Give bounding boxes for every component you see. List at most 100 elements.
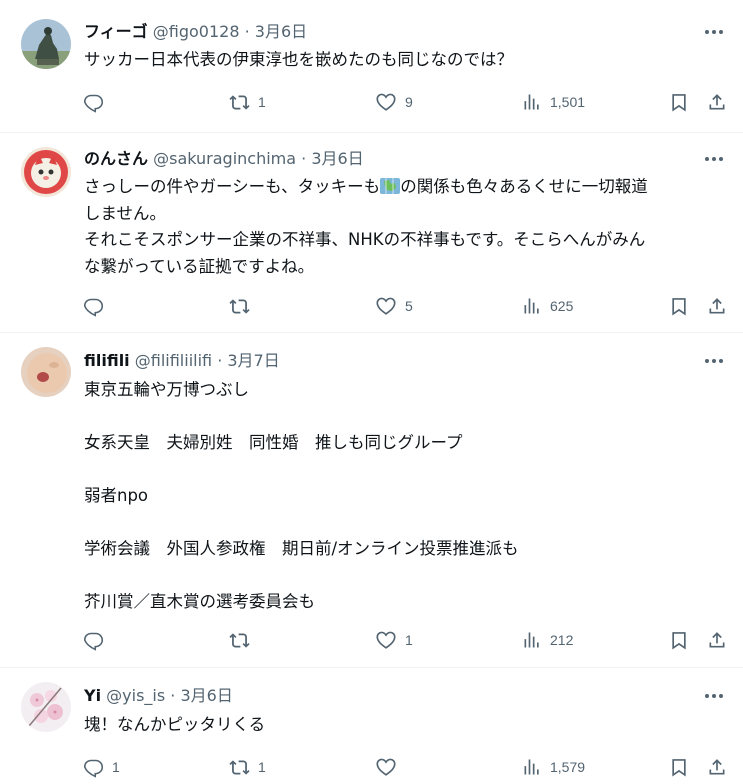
post-header: filifili @filifiliilifi · 3月7日 bbox=[84, 351, 280, 371]
like-count: 9 bbox=[405, 94, 413, 110]
reply-icon bbox=[83, 94, 104, 113]
reply-button[interactable] bbox=[83, 90, 112, 114]
reply-icon bbox=[83, 632, 104, 651]
post-line-blank bbox=[84, 563, 724, 590]
handle[interactable]: @filifiliilifi bbox=[135, 351, 212, 370]
more-icon bbox=[705, 30, 723, 34]
more-button[interactable] bbox=[699, 22, 729, 42]
avatar[interactable] bbox=[21, 147, 71, 197]
reply-button[interactable]: 1 bbox=[83, 755, 120, 779]
post-line: 塊！なんかピッタリくる bbox=[84, 715, 266, 734]
repost-button[interactable] bbox=[229, 628, 258, 652]
avatar[interactable] bbox=[21, 19, 71, 69]
reply-count: 1 bbox=[112, 759, 120, 775]
share-button[interactable] bbox=[707, 628, 727, 652]
reply-icon bbox=[83, 298, 104, 317]
post-line: な繋がっている証拠ですよね。 bbox=[84, 256, 315, 276]
post-line-blank bbox=[84, 404, 724, 431]
more-icon bbox=[705, 157, 723, 161]
share-button[interactable] bbox=[707, 294, 727, 318]
repost-count: 1 bbox=[258, 94, 266, 110]
separator: · bbox=[212, 351, 228, 370]
bookmark-icon bbox=[672, 94, 686, 112]
post-line: それこそスポンサー企業の不祥事、NHKの不祥事もです。そこらへんがみん bbox=[84, 230, 646, 249]
post-line: しません。 bbox=[84, 203, 167, 223]
more-button[interactable] bbox=[699, 351, 729, 371]
like-count: 1 bbox=[405, 632, 413, 648]
post-line: 芥川賞／直木賞の選考委員会も bbox=[84, 592, 315, 611]
post-date[interactable]: 3月6日 bbox=[311, 149, 363, 168]
display-name[interactable]: filifili bbox=[84, 351, 130, 370]
views-icon bbox=[524, 632, 539, 648]
post-line-blank bbox=[84, 510, 724, 537]
repost-button[interactable]: 1 bbox=[229, 755, 266, 779]
repost-button[interactable]: 1 bbox=[229, 90, 266, 114]
map-emoji-icon bbox=[380, 178, 401, 194]
post-line: 学術会議 外国人参政権 期日前/オンライン投票推進派も bbox=[84, 539, 519, 558]
bookmark-button[interactable] bbox=[669, 755, 689, 779]
post[interactable]: フィーゴ @figo0128 · 3月6日 サッカー日本代表の伊東淳也を嵌めたの… bbox=[0, 0, 743, 133]
views-button[interactable]: 625 bbox=[522, 294, 573, 318]
more-button[interactable] bbox=[699, 149, 729, 169]
views-button[interactable]: 212 bbox=[522, 628, 573, 652]
post-line-blank bbox=[84, 457, 724, 484]
reply-button[interactable] bbox=[83, 294, 112, 318]
handle[interactable]: @yis_is bbox=[106, 686, 165, 705]
post-header: フィーゴ @figo0128 · 3月6日 bbox=[84, 22, 307, 42]
display-name[interactable]: Yi bbox=[84, 686, 101, 705]
repost-button[interactable] bbox=[229, 294, 258, 318]
like-button[interactable]: 9 bbox=[375, 90, 413, 114]
repost-icon bbox=[229, 94, 250, 110]
post[interactable]: のんさん @sakuraginchima · 3月6日 さっしーの件やガーシーも… bbox=[0, 133, 743, 333]
separator: · bbox=[296, 149, 312, 168]
avatar[interactable] bbox=[21, 347, 71, 397]
repost-icon bbox=[229, 759, 250, 775]
reply-button[interactable] bbox=[83, 628, 112, 652]
post-text-segment: さっしーの件やガーシーも、タッキーも bbox=[84, 177, 381, 196]
post-line: 弱者npo bbox=[84, 486, 149, 505]
action-bar: 5 625 bbox=[0, 294, 743, 318]
action-bar: 1 9 1,501 bbox=[0, 90, 743, 114]
post[interactable]: filifili @filifiliilifi · 3月7日 東京五輪や万博つぶ… bbox=[0, 333, 743, 668]
views-count: 625 bbox=[550, 298, 574, 314]
views-icon bbox=[524, 298, 539, 314]
post-text: 塊！なんかピッタリくる bbox=[84, 712, 724, 739]
post-header: のんさん @sakuraginchima · 3月6日 bbox=[84, 149, 364, 169]
share-button[interactable] bbox=[707, 90, 727, 114]
like-icon bbox=[376, 631, 396, 649]
like-button[interactable]: 5 bbox=[375, 294, 413, 318]
display-name[interactable]: のんさん bbox=[84, 149, 148, 168]
handle[interactable]: @figo0128 bbox=[153, 22, 240, 41]
views-button[interactable]: 1,579 bbox=[522, 755, 585, 779]
views-icon bbox=[524, 759, 539, 775]
share-icon bbox=[709, 759, 725, 775]
share-icon bbox=[709, 298, 725, 314]
like-count: 5 bbox=[405, 298, 413, 314]
views-count: 1,501 bbox=[550, 94, 586, 110]
post-header: Yi @yis_is · 3月6日 bbox=[84, 686, 233, 706]
share-button[interactable] bbox=[707, 755, 727, 779]
share-icon bbox=[709, 632, 725, 648]
post-date[interactable]: 3月7日 bbox=[227, 351, 279, 370]
bookmark-button[interactable] bbox=[669, 90, 689, 114]
post-line: 女系天皇 夫婦別姓 同性婚 推しも同じグループ bbox=[84, 433, 463, 452]
bookmark-icon bbox=[672, 632, 686, 650]
bookmark-button[interactable] bbox=[669, 294, 689, 318]
bookmark-icon bbox=[672, 759, 686, 777]
post-line: 東京五輪や万博つぶし bbox=[84, 380, 249, 399]
separator: · bbox=[239, 22, 255, 41]
more-button[interactable] bbox=[699, 686, 729, 706]
handle[interactable]: @sakuraginchima bbox=[153, 149, 296, 168]
like-icon bbox=[376, 758, 396, 776]
avatar[interactable] bbox=[21, 682, 71, 732]
post-text: サッカー日本代表の伊東淳也を嵌めたのも同じなのでは？ bbox=[84, 47, 724, 74]
post-date[interactable]: 3月6日 bbox=[255, 22, 307, 41]
display-name[interactable]: フィーゴ bbox=[84, 22, 148, 41]
post[interactable]: Yi @yis_is · 3月6日 塊！なんかピッタリくる 1 1 1,579 bbox=[0, 668, 743, 784]
repost-icon bbox=[229, 298, 250, 314]
like-button[interactable] bbox=[375, 755, 405, 779]
views-button[interactable]: 1,501 bbox=[522, 90, 585, 114]
post-date[interactable]: 3月6日 bbox=[180, 686, 232, 705]
like-button[interactable]: 1 bbox=[375, 628, 413, 652]
bookmark-button[interactable] bbox=[669, 628, 689, 652]
